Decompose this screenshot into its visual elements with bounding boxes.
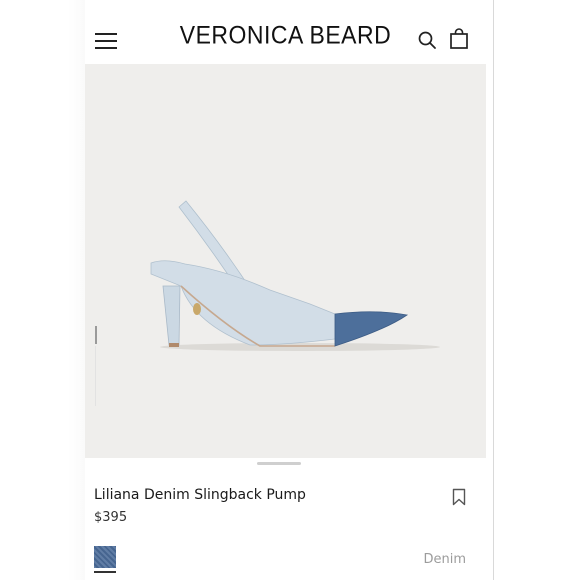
carousel-indicator[interactable]: [257, 462, 301, 465]
bookmark-icon[interactable]: [452, 488, 466, 506]
product-price: $395: [94, 510, 128, 525]
site-header: VERONICA BEARD: [85, 8, 486, 64]
left-margin: [0, 0, 85, 580]
swatch-selected-indicator: [94, 571, 116, 573]
mobile-page: VERONICA BEARD Liliana Denim Slingback P…: [85, 0, 486, 580]
product-image[interactable]: [85, 64, 486, 458]
product-name: Liliana Denim Slingback Pump: [94, 487, 306, 503]
selected-color-label: Denim: [423, 552, 466, 567]
shoe-image: [150, 200, 440, 351]
color-swatch-denim[interactable]: [94, 546, 116, 568]
shopping-bag-icon[interactable]: [449, 28, 469, 50]
search-icon[interactable]: [417, 30, 437, 50]
right-divider: [493, 0, 494, 580]
